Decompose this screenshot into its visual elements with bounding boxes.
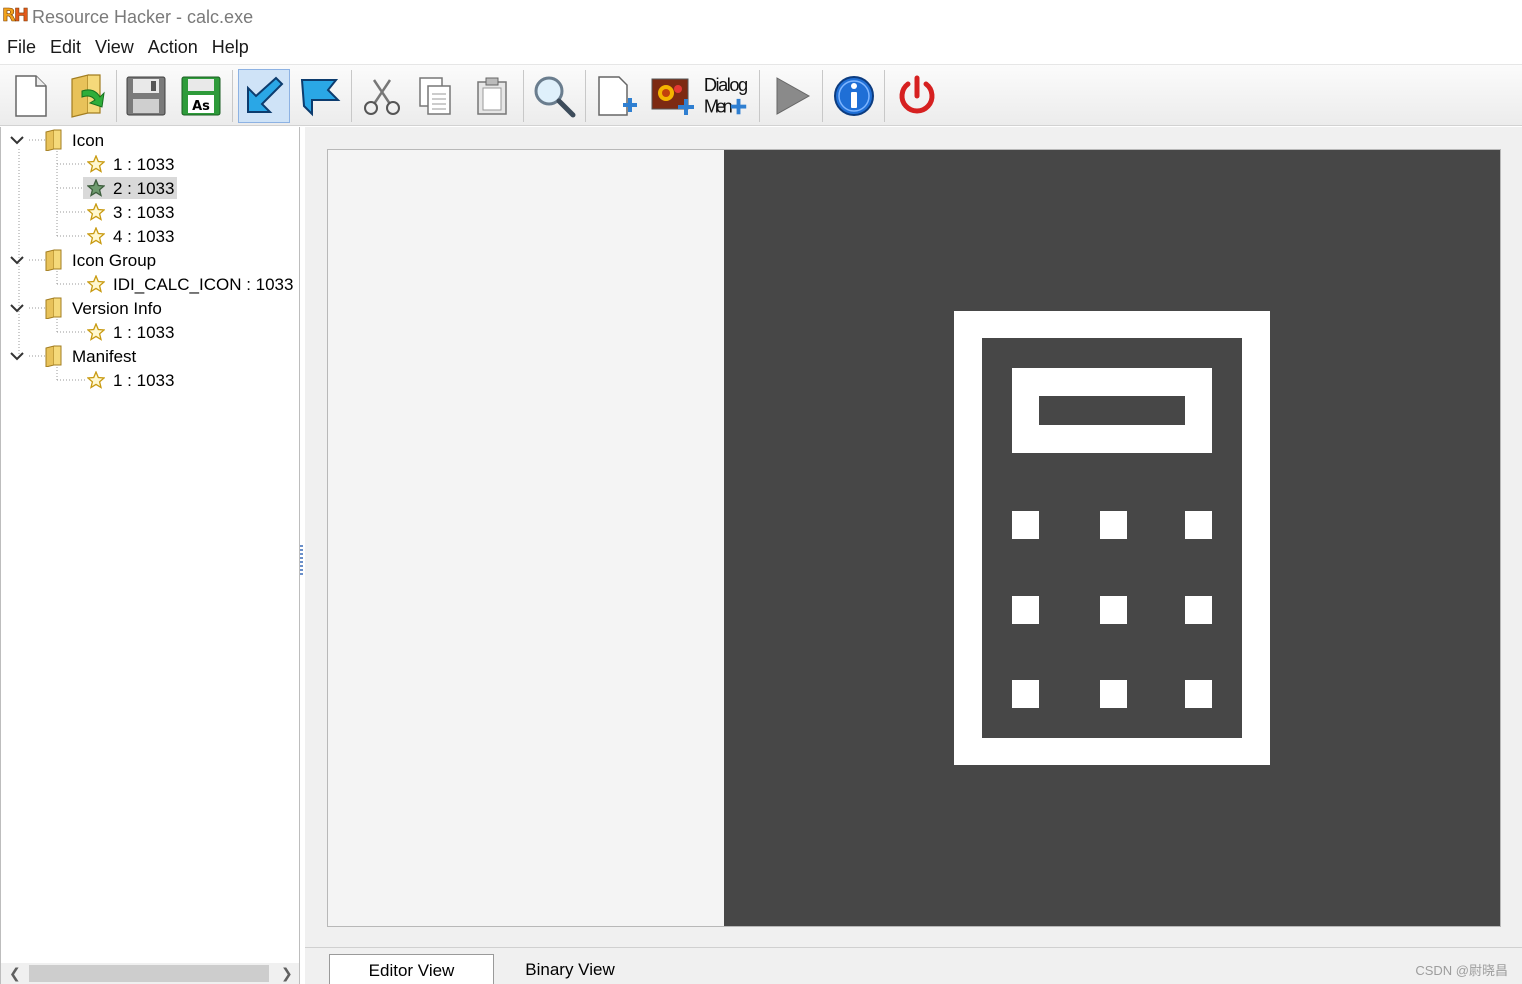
tree-horizontal-scrollbar[interactable]: ❮ ❯: [1, 963, 299, 984]
menu-view[interactable]: View: [88, 35, 141, 63]
cut-button[interactable]: [356, 69, 408, 123]
title-bar: RH Resource Hacker - calc.exe: [0, 0, 1522, 34]
image-plus-icon: [651, 78, 694, 115]
calculator-key: [1100, 680, 1127, 708]
info-icon: [834, 76, 874, 116]
app-logo: RH: [2, 5, 30, 27]
clipboard-icon: [477, 77, 507, 115]
calculator-key: [1185, 511, 1212, 539]
add-blank-resource-button[interactable]: [590, 69, 642, 123]
tree-item[interactable]: 1 : 1033: [87, 152, 177, 176]
svg-text:As: As: [192, 99, 210, 114]
blank-page-icon: [15, 75, 47, 117]
toolbar-separator: [523, 70, 524, 122]
view-tabs: Editor View Binary View: [305, 947, 1522, 984]
tree-group-manifest[interactable]: Manifest: [9, 344, 139, 368]
menu-action[interactable]: Action: [141, 35, 205, 63]
page-plus-icon: [598, 76, 637, 116]
toolbar-separator: [822, 70, 823, 122]
toolbar-separator: [116, 70, 117, 122]
toolbar: As Dialog Men: [0, 64, 1522, 126]
compile-arrow-icon: [247, 76, 284, 113]
star-icon: [87, 203, 105, 221]
folder-arrow-icon: [71, 74, 105, 118]
exit-button[interactable]: [891, 69, 943, 123]
folder-icon: [45, 129, 62, 151]
chevron-down-icon[interactable]: [9, 132, 25, 148]
tree-group-icon[interactable]: Icon: [9, 128, 107, 152]
menu-bar: File Edit View Action Help: [0, 35, 256, 63]
tree-item[interactable]: 1 : 1033: [87, 320, 177, 344]
calculator-key: [1100, 511, 1127, 539]
folder-icon: [45, 249, 62, 271]
toolbar-separator: [759, 70, 760, 122]
open-file-button[interactable]: [60, 69, 112, 123]
toolbar-separator: [232, 70, 233, 122]
menu-file[interactable]: File: [0, 35, 43, 63]
copy-button[interactable]: [410, 69, 462, 123]
calculator-key: [1100, 596, 1127, 624]
copy-icon: [419, 77, 451, 115]
tree-item[interactable]: 3 : 1033: [87, 200, 177, 224]
dialog-menu-icon: Dialog Men: [704, 74, 748, 116]
save-as-button[interactable]: As: [175, 69, 227, 123]
star-icon: [87, 275, 105, 293]
tab-binary-view[interactable]: Binary View: [495, 954, 645, 984]
flag-arrow-icon: [300, 79, 341, 117]
star-icon: [87, 371, 105, 389]
tree-item[interactable]: 4 : 1033: [87, 224, 177, 248]
dialog-label: Dialog: [704, 74, 748, 95]
scroll-left-icon[interactable]: ❮: [9, 965, 21, 982]
menu-help[interactable]: Help: [205, 35, 256, 63]
chevron-down-icon[interactable]: [9, 252, 25, 268]
chevron-down-icon[interactable]: [9, 348, 25, 364]
new-file-button[interactable]: [4, 69, 56, 123]
folder-icon: [45, 345, 62, 367]
tree-item-selected[interactable]: 2 : 1033: [83, 176, 178, 200]
go-to-button[interactable]: [294, 69, 346, 123]
tree-group-version-info[interactable]: Version Info: [9, 296, 165, 320]
star-icon: [87, 179, 105, 197]
floppy-icon: [126, 76, 166, 116]
magnifier-icon: [534, 76, 576, 118]
tab-editor-view[interactable]: Editor View: [329, 954, 494, 984]
calculator-key: [1185, 596, 1212, 624]
window-title: Resource Hacker - calc.exe: [32, 7, 254, 27]
tree-item[interactable]: IDI_CALC_ICON : 1033: [87, 272, 296, 296]
star-icon: [87, 323, 105, 341]
find-button[interactable]: [528, 69, 580, 123]
calculator-key: [1185, 680, 1212, 708]
star-icon: [87, 155, 105, 173]
power-icon: [899, 75, 935, 114]
run-script-button[interactable]: [765, 69, 817, 123]
folder-icon: [45, 297, 62, 319]
scroll-right-icon[interactable]: ❯: [281, 965, 293, 982]
resource-tree: Icon 1 : 1033 2 : 1033 3 : 1033 4 : 1033…: [0, 127, 300, 984]
calculator-display-bar: [1039, 396, 1185, 425]
toolbar-separator: [585, 70, 586, 122]
splitter-grip[interactable]: [300, 545, 303, 575]
play-icon: [776, 77, 811, 115]
dialog-merger-button[interactable]: Dialog Men: [700, 69, 752, 123]
toolbar-separator: [351, 70, 352, 122]
menu-label: Men: [704, 95, 733, 116]
compile-button[interactable]: [238, 69, 290, 123]
tree-group-icon-group[interactable]: Icon Group: [9, 248, 159, 272]
scrollbar-thumb[interactable]: [29, 965, 269, 982]
floppy-as-icon: As: [181, 76, 221, 116]
calculator-key: [1012, 680, 1039, 708]
paste-button[interactable]: [466, 69, 518, 123]
add-image-resource-button[interactable]: [646, 69, 698, 123]
watermark: CSDN @尉晓昌: [1415, 963, 1508, 978]
save-button[interactable]: [120, 69, 172, 123]
about-button[interactable]: [828, 69, 880, 123]
toolbar-separator: [884, 70, 885, 122]
star-icon: [87, 227, 105, 245]
tree-item[interactable]: 1 : 1033: [87, 368, 177, 392]
calculator-key: [1012, 511, 1039, 539]
menu-edit[interactable]: Edit: [43, 35, 88, 63]
scissors-icon: [364, 79, 400, 115]
chevron-down-icon[interactable]: [9, 300, 25, 316]
calculator-key: [1012, 596, 1039, 624]
